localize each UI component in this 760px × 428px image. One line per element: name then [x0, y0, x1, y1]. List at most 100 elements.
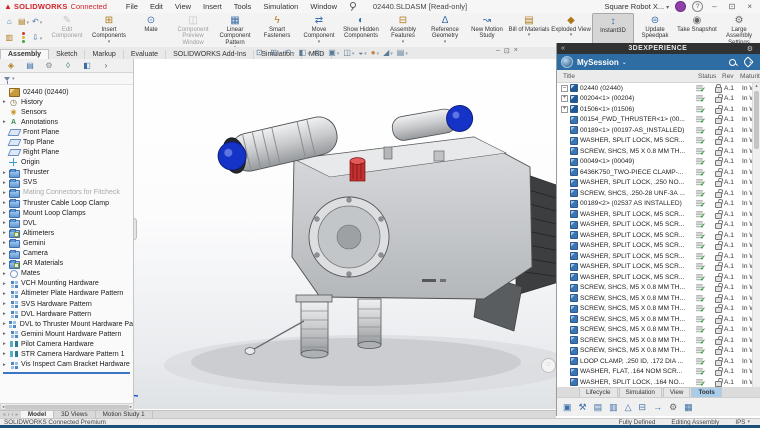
- graphics-viewport[interactable]: [134, 59, 556, 409]
- home-icon[interactable]: [7, 17, 13, 26]
- ribbon-tab[interactable]: Markup: [85, 50, 123, 59]
- feature-tree-item[interactable]: ▸ Origin: [0, 158, 133, 168]
- component-row[interactable]: SCREW, SHCS, M5 X 0.8 MM TH... A.1 In W: [557, 293, 760, 304]
- restore-button[interactable]: ⊡: [726, 2, 739, 11]
- feature-tree-item[interactable]: ▸ Front Plane: [0, 127, 133, 137]
- component-row[interactable]: 02440 (02440) A.1 In W: [557, 83, 760, 94]
- column-maturity[interactable]: Maturity: [740, 73, 760, 80]
- component-row[interactable]: WASHER, SPLIT LOCK, M5 SCR... A.1 In W: [557, 220, 760, 231]
- hud-icon[interactable]: [314, 48, 325, 57]
- ribbon-button[interactable]: Large Assembly Settings ▾: [718, 13, 760, 47]
- feature-tree-item[interactable]: ▸ Sensors: [0, 107, 133, 117]
- hud-icon[interactable]: [284, 48, 294, 57]
- tag-icon[interactable]: [742, 56, 753, 67]
- ribbon-button[interactable]: Smart Fasteners ▾: [256, 13, 298, 47]
- ribbon-button[interactable]: New Motion Study ▾: [466, 13, 508, 47]
- feature-tree-item[interactable]: ▸ History: [0, 97, 133, 107]
- new-document-icon[interactable]: [18, 17, 29, 26]
- ribbon-button[interactable]: Insert Components ▾: [88, 13, 130, 47]
- panel-pin-icon[interactable]: [756, 45, 760, 52]
- component-row[interactable]: LOOP CLAMP, .250 ID, .172 DIA ... A.1 In…: [557, 356, 760, 367]
- menu-item[interactable]: Edit: [145, 2, 168, 11]
- ribbon-button[interactable]: Take Snapshot ▾: [676, 13, 718, 47]
- horizontal-scrollbar[interactable]: ◂ ▸: [0, 403, 134, 410]
- component-row[interactable]: WASHER, SPLIT LOCK, M5 SCR... A.1 In W: [557, 241, 760, 252]
- filter-caret-icon[interactable]: ▾: [12, 76, 15, 82]
- feature-tree-item[interactable]: ▸ Annotations: [0, 117, 133, 127]
- component-row[interactable]: SCREW, SHCS, M5 X 0.8 MM TH... A.1 In W: [557, 304, 760, 315]
- ribbon-button[interactable]: Bill of Materials ▾: [508, 13, 550, 47]
- panel-tool-icon[interactable]: [578, 402, 588, 413]
- panel-tool-icon[interactable]: [593, 402, 604, 413]
- panel-gear-icon[interactable]: ⚙: [747, 45, 753, 53]
- component-row[interactable]: WASHER, SPLIT LOCK, M5 SCR... A.1 In W: [557, 251, 760, 262]
- avatar[interactable]: [675, 1, 686, 12]
- feature-tree-item[interactable]: ▸ Right Plane: [0, 148, 133, 158]
- feature-tree-item[interactable]: ▸ SVS: [0, 178, 133, 188]
- feature-manager-tab[interactable]: [21, 60, 39, 71]
- feature-tree-item[interactable]: ▸ DVL to Thruster Mount Hardware Pa: [0, 319, 133, 329]
- ribbon-button[interactable]: Assembly Features ▾: [382, 13, 424, 47]
- panel-tab[interactable]: Lifecycle: [579, 387, 618, 397]
- component-row[interactable]: SCREW, SHCS, M5 X 0.8 MM TH... A.1 In W: [557, 325, 760, 336]
- panel-tab[interactable]: Tools: [691, 387, 721, 397]
- feature-manager-tab[interactable]: [97, 60, 115, 71]
- component-row[interactable]: SCREW, SHCS, M5 X 0.8 MM TH... A.1 In W: [557, 346, 760, 357]
- lifecycle-status-icon[interactable]: [22, 32, 25, 43]
- ribbon-button[interactable]: Linear Component Pattern ▾: [214, 13, 256, 47]
- dropdown-caret[interactable]: ▾: [108, 40, 111, 44]
- dropdown-caret[interactable]: ▾: [444, 40, 447, 44]
- dropdown-caret[interactable]: ▾: [402, 40, 405, 44]
- feature-tree-item[interactable]: ▸ DVL: [0, 218, 133, 228]
- column-status[interactable]: Status: [698, 73, 722, 80]
- feature-tree-item[interactable]: ▸ STR Camera Hardware Pattern 1: [0, 349, 133, 359]
- tab-nav-arrow-icon[interactable]: «: [3, 412, 6, 418]
- menu-item[interactable]: Insert: [198, 2, 227, 11]
- tree-root-item[interactable]: 02440 (02440): [0, 87, 133, 97]
- dropdown-caret[interactable]: ▾: [318, 40, 321, 44]
- column-rev[interactable]: Rev: [722, 73, 740, 80]
- ribbon-button[interactable]: Instant3D ▾: [592, 13, 634, 47]
- ribbon-tab[interactable]: SOLIDWORKS Add-Ins: [166, 50, 254, 59]
- dropdown-caret[interactable]: ▾: [570, 33, 573, 37]
- hud-icon[interactable]: [383, 48, 393, 57]
- feature-manager-tab[interactable]: [40, 60, 58, 71]
- tree-filter[interactable]: ▾: [0, 73, 133, 85]
- component-row[interactable]: WASHER, SPLIT LOCK, M5 SCR... A.1 In W: [557, 136, 760, 147]
- hud-icon[interactable]: [371, 48, 379, 57]
- panel-tool-icon[interactable]: [608, 402, 619, 413]
- feature-manager-tab[interactable]: [59, 60, 77, 71]
- panel-tool-icon[interactable]: [668, 402, 678, 413]
- scroll-up-icon[interactable]: ▴: [753, 83, 760, 89]
- menu-item[interactable]: View: [170, 2, 196, 11]
- component-row[interactable]: WASHER, SPLIT LOCK, M5 SCR... A.1 In W: [557, 209, 760, 220]
- component-row[interactable]: WASHER, SPLIT LOCK, .164 NO... A.1 In W: [557, 377, 760, 387]
- tab-nav-arrow-icon[interactable]: »: [15, 412, 18, 418]
- menu-item[interactable]: Tools: [229, 2, 257, 11]
- feature-tree-item[interactable]: ▸ Pilot Camera Hardware: [0, 339, 133, 349]
- ribbon-button[interactable]: Show Hidden Components ▾: [340, 13, 382, 47]
- feature-tree-item[interactable]: ▸ Gemini: [0, 238, 133, 248]
- collapse-panel-icon[interactable]: «: [557, 45, 569, 52]
- expand-toggle[interactable]: [561, 85, 568, 92]
- panel-tool-icon[interactable]: [624, 402, 633, 413]
- hud-icon[interactable]: [397, 48, 408, 57]
- hud-icon[interactable]: [299, 48, 310, 57]
- feature-tree-item[interactable]: ▸ Mates: [0, 269, 133, 279]
- close-button[interactable]: ×: [744, 2, 755, 11]
- scrollbar-thumb[interactable]: [5, 405, 128, 409]
- hud-icon[interactable]: [358, 48, 366, 57]
- ribbon-button[interactable]: Move Component ▾: [298, 13, 340, 47]
- component-row[interactable]: WASHER, SPLIT LOCK, M5 SCR... A.1 In W: [557, 262, 760, 273]
- feature-tree-item[interactable]: ▸ Thruster: [0, 168, 133, 178]
- ribbon-button[interactable]: Mate ▾: [130, 13, 172, 47]
- component-row[interactable]: WASHER, SPLIT LOCK, .250 NO... A.1 In W: [557, 178, 760, 189]
- ribbon-button[interactable]: Exploded View ▾: [550, 13, 592, 47]
- doc-close-icon[interactable]: ×: [514, 47, 518, 55]
- hud-icon[interactable]: [270, 48, 280, 57]
- scrollbar-thumb[interactable]: [754, 91, 759, 149]
- ribbon-tab[interactable]: Evaluate: [124, 50, 166, 59]
- scroll-left-icon[interactable]: ◂: [2, 404, 4, 410]
- component-row[interactable]: SCREW, SHCS, .250-28 UNF-3A ... A.1 In W: [557, 188, 760, 199]
- doc-minimize-icon[interactable]: –: [496, 47, 500, 55]
